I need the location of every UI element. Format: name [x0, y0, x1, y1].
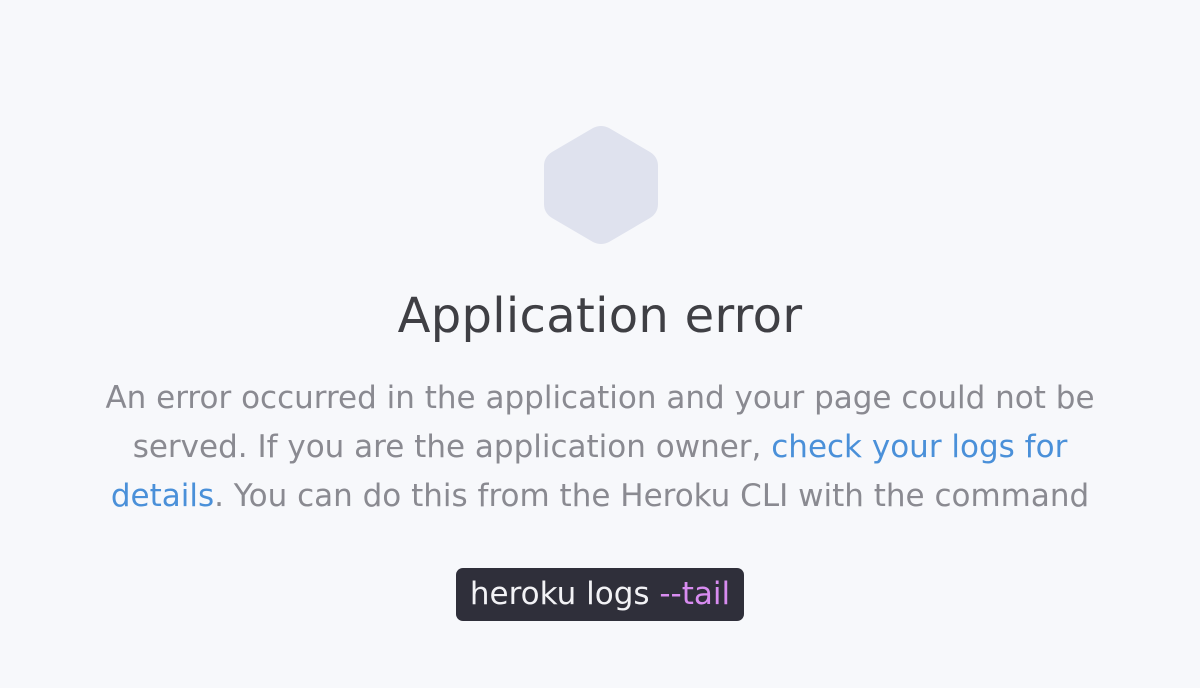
page-title: Application error: [397, 288, 803, 344]
error-page: Application error An error occurred in t…: [0, 0, 1200, 688]
command-container: heroku logs --tail: [0, 568, 1200, 621]
command-flag: --tail: [659, 576, 731, 612]
command-base: heroku logs: [469, 576, 660, 612]
message-text-continued: . You can do this from the Heroku CLI wi…: [214, 478, 1090, 514]
command-snippet: heroku logs --tail: [455, 568, 745, 621]
hexagon-icon: [544, 126, 658, 244]
error-message: An error occurred in the application and…: [80, 374, 1120, 521]
